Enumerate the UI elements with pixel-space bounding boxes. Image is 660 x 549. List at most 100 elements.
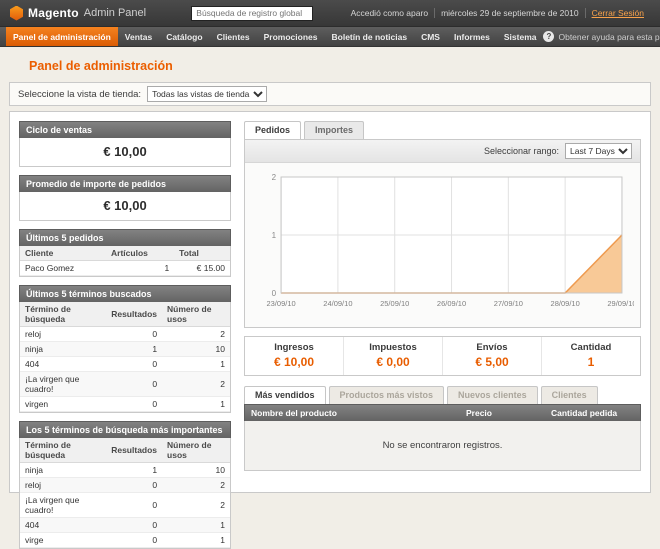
svg-text:26/09/10: 26/09/10 xyxy=(437,299,466,308)
top-search-terms-panel: Los 5 términos de búsqueda más important… xyxy=(19,421,231,549)
logo-title: Magento xyxy=(28,6,79,20)
nav-item-ventas[interactable]: Ventas xyxy=(118,27,159,46)
stat-label: Envíos xyxy=(443,342,541,353)
nav-item-informes[interactable]: Informes xyxy=(447,27,497,46)
lifetime-sales-value: € 10,00 xyxy=(19,138,231,167)
orders-chart: 0 1 2 23/09/10 24/09/10 25/09/10 26/09/10 27/09… xyxy=(245,163,640,327)
stat-value: 1 xyxy=(542,355,640,369)
last-orders-table: Cliente Artículos Total Paco Gomez 1 € 1… xyxy=(20,246,230,276)
lifetime-sales-panel: Ciclo de ventas € 10,00 xyxy=(19,121,231,167)
svg-text:27/09/10: 27/09/10 xyxy=(494,299,523,308)
nav-item-sistema[interactable]: Sistema xyxy=(497,27,544,46)
average-orders-title: Promedio de importe de pedidos xyxy=(19,175,231,192)
nav-item-cms[interactable]: CMS xyxy=(414,27,447,46)
stat-impuestos: Impuestos € 0,00 xyxy=(343,337,442,375)
search-term-row[interactable]: 404 0 1 xyxy=(20,357,230,372)
help-label: Obtener ayuda para esta página xyxy=(558,32,660,42)
tab-nuevos-clientes[interactable]: Nuevos clientes xyxy=(447,386,538,404)
column-header: Total xyxy=(174,246,230,261)
nav-help-link[interactable]: ? Obtener ayuda para esta página xyxy=(543,27,660,46)
last-orders-panel: Últimos 5 pedidos Cliente Artículos Tota… xyxy=(19,229,231,277)
header-date: miércoles 29 de septiembre de 2010 xyxy=(434,8,585,18)
search-term-row[interactable]: virge 0 1 xyxy=(20,533,230,548)
stat-value: € 0,00 xyxy=(344,355,442,369)
column-header: Resultados xyxy=(106,438,162,463)
last-search-terms-table: Término de búsqueda Resultados Número de… xyxy=(20,302,230,412)
grid-tabs: Más vendidos Productos más vistos Nuevos… xyxy=(244,386,641,404)
last-search-terms-panel: Últimos 5 términos buscados Término de b… xyxy=(19,285,231,413)
search-term-row[interactable]: reloj 0 2 xyxy=(20,327,230,342)
last-orders-title: Últimos 5 pedidos xyxy=(19,229,231,246)
nav-item-boletin[interactable]: Boletín de noticias xyxy=(325,27,415,46)
search-term-row[interactable]: ninja 1 10 xyxy=(20,342,230,357)
svg-text:24/09/10: 24/09/10 xyxy=(323,299,352,308)
svg-text:2: 2 xyxy=(272,173,277,182)
stat-envios: Envíos € 5,00 xyxy=(442,337,541,375)
stat-label: Ingresos xyxy=(245,342,343,353)
column-header: Término de búsqueda xyxy=(20,438,106,463)
column-header: Cliente xyxy=(20,246,106,261)
tab-clientes[interactable]: Clientes xyxy=(541,386,598,404)
header-search-area xyxy=(170,6,335,21)
column-header-price: Precio xyxy=(460,405,545,421)
header-user-info: Accedió como aparo miércoles 29 de septi… xyxy=(345,8,650,18)
stat-cantidad: Cantidad 1 xyxy=(541,337,640,375)
column-header: Término de búsqueda xyxy=(20,302,106,327)
stat-label: Impuestos xyxy=(344,342,442,353)
magento-logo: Magento Admin Panel xyxy=(10,6,160,21)
grid-header-row: Nombre del producto Precio Cantidad pedi… xyxy=(244,404,641,421)
column-header-qty: Cantidad pedida xyxy=(545,405,640,421)
store-switcher-select[interactable]: Todas las vistas de tienda xyxy=(147,86,267,102)
global-search-input[interactable] xyxy=(191,6,313,21)
search-term-row[interactable]: virgen 0 1 xyxy=(20,397,230,412)
svg-text:25/09/10: 25/09/10 xyxy=(380,299,409,308)
nav-item-clientes[interactable]: Clientes xyxy=(210,27,257,46)
store-switcher-label: Seleccione la vista de tienda: xyxy=(18,89,141,100)
svg-text:28/09/10: 28/09/10 xyxy=(551,299,580,308)
diagram-tabs: Pedidos Importes xyxy=(244,121,641,139)
chart-toolbar: Seleccionar rango: Last 7 Days xyxy=(245,140,640,163)
order-row[interactable]: Paco Gomez 1 € 15.00 xyxy=(20,261,230,276)
svg-text:1: 1 xyxy=(272,231,277,240)
nav-item-dashboard[interactable]: Panel de administración xyxy=(6,27,118,46)
tab-mas-vendidos[interactable]: Más vendidos xyxy=(244,386,326,404)
stat-label: Cantidad xyxy=(542,342,640,353)
store-switcher-bar: Seleccione la vista de tienda: Todas las… xyxy=(9,82,651,106)
tab-productos-mas-vistos[interactable]: Productos más vistos xyxy=(329,386,445,404)
stat-value: € 10,00 xyxy=(245,355,343,369)
orders-chart-panel: Seleccionar rango: Last 7 Days 0 1 2 23/09/… xyxy=(244,139,641,328)
column-header: Resultados xyxy=(106,302,162,327)
logout-link[interactable]: Cerrar Sesión xyxy=(592,8,644,18)
dashboard-content: Ciclo de ventas € 10,00 Promedio de impo… xyxy=(9,111,651,493)
stat-ingresos: Ingresos € 10,00 xyxy=(245,337,343,375)
help-icon: ? xyxy=(543,31,554,42)
svg-text:0: 0 xyxy=(272,289,277,298)
nav-item-catalogo[interactable]: Catálogo xyxy=(159,27,209,46)
search-term-row[interactable]: ninja 1 10 xyxy=(20,463,230,478)
column-header-product: Nombre del producto xyxy=(245,405,460,421)
tab-pedidos[interactable]: Pedidos xyxy=(244,121,301,139)
search-term-row[interactable]: 404 0 1 xyxy=(20,518,230,533)
search-term-row[interactable]: ¡La virgen que cuadro! 0 2 xyxy=(20,493,230,518)
average-orders-value: € 10,00 xyxy=(19,192,231,221)
bestsellers-grid: Nombre del producto Precio Cantidad pedi… xyxy=(244,404,641,471)
range-select[interactable]: Last 7 Days xyxy=(565,143,632,159)
main-nav: Panel de administración Ventas Catálogo … xyxy=(0,27,660,47)
dashboard-main: Pedidos Importes Seleccionar rango: Last… xyxy=(244,121,641,483)
stat-value: € 5,00 xyxy=(443,355,541,369)
header: Magento Admin Panel Accedió como aparo m… xyxy=(0,0,660,27)
content-area: Panel de administración Seleccione la vi… xyxy=(0,47,660,493)
totals-bar: Ingresos € 10,00 Impuestos € 0,00 Envíos… xyxy=(244,336,641,376)
top-search-terms-table: Término de búsqueda Resultados Número de… xyxy=(20,438,230,548)
svg-text:23/09/10: 23/09/10 xyxy=(266,299,295,308)
nav-item-promociones[interactable]: Promociones xyxy=(257,27,325,46)
dashboard-sidebar: Ciclo de ventas € 10,00 Promedio de impo… xyxy=(19,121,231,483)
page-title: Panel de administración xyxy=(29,59,651,73)
tab-importes[interactable]: Importes xyxy=(304,121,364,139)
svg-text:29/09/10: 29/09/10 xyxy=(607,299,634,308)
average-orders-panel: Promedio de importe de pedidos € 10,00 xyxy=(19,175,231,221)
orders-area-chart: 0 1 2 23/09/10 24/09/10 25/09/10 26/09/10 27/09… xyxy=(251,169,634,325)
lifetime-sales-title: Ciclo de ventas xyxy=(19,121,231,138)
top-search-terms-title: Los 5 términos de búsqueda más important… xyxy=(19,421,231,438)
search-term-row[interactable]: ¡La virgen que cuadro! 0 2 xyxy=(20,372,230,397)
